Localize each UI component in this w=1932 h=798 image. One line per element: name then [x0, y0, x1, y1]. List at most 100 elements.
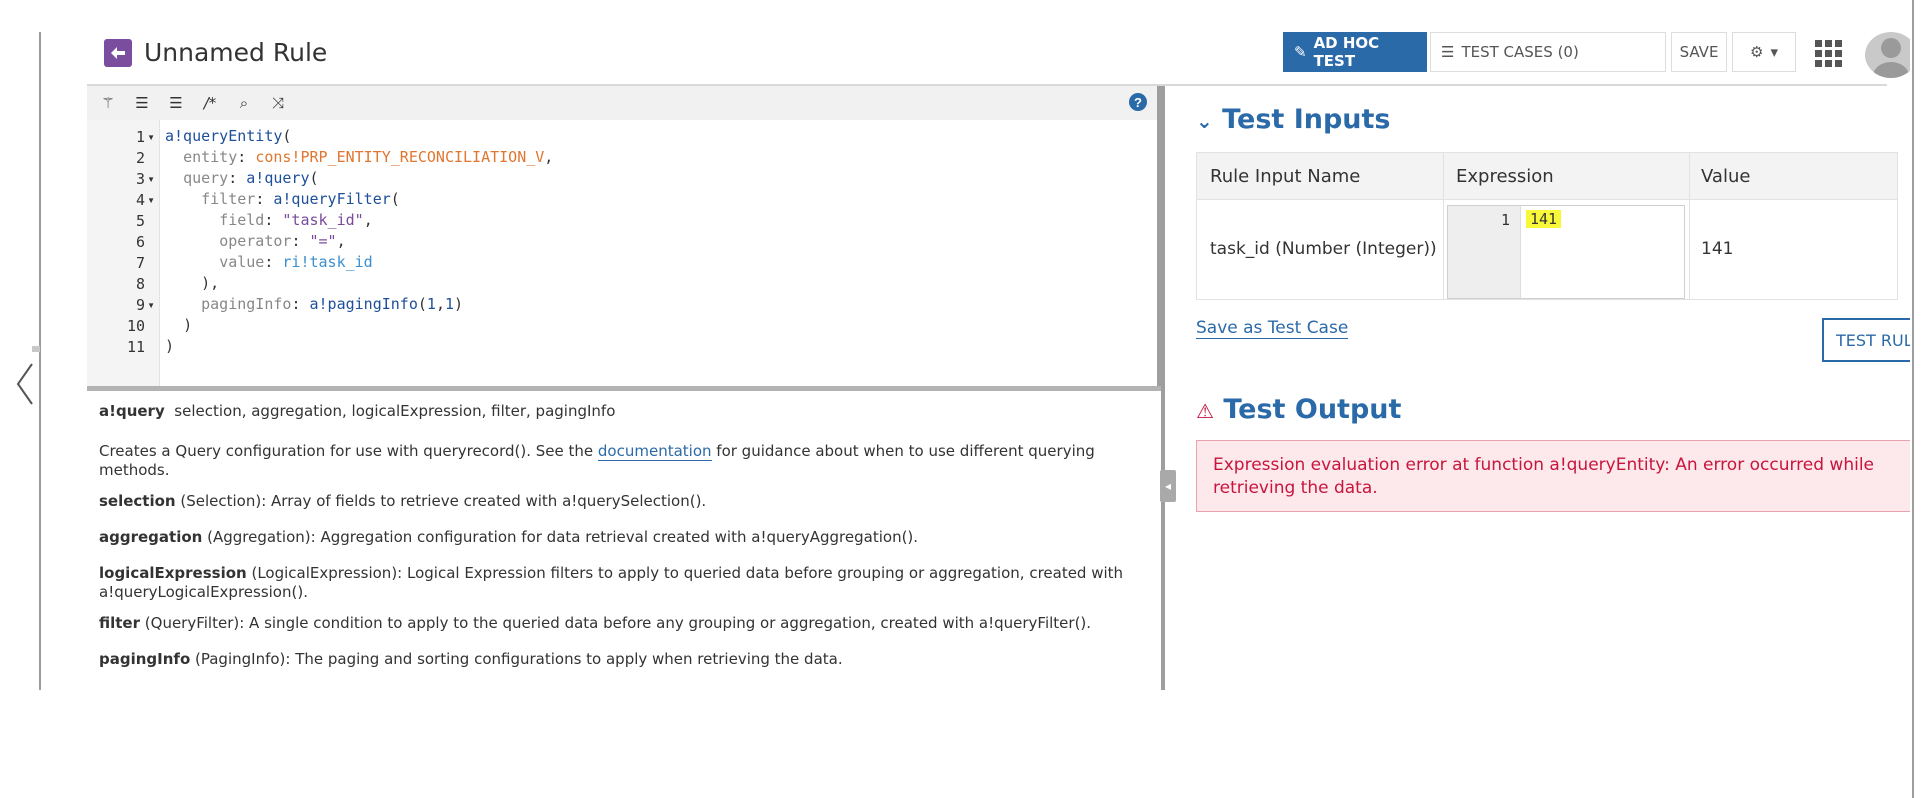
- doc-param-name: filter: [99, 614, 141, 632]
- code-line[interactable]: entity: cons!PRP_ENTITY_RECONCILIATION_V…: [165, 147, 553, 168]
- column-header: Value: [1701, 166, 1751, 187]
- doc-signature: a!query selection, aggregation, logicalE…: [99, 402, 1139, 421]
- code-token: 1: [444, 295, 454, 313]
- panel-splitter-handle[interactable]: ◂: [1160, 470, 1176, 502]
- indent-decrease-icon[interactable]: ☰: [131, 92, 153, 114]
- code-line[interactable]: a!queryEntity(: [165, 126, 291, 147]
- code-token: a!queryEntity: [165, 127, 283, 145]
- code-token: :: [255, 190, 274, 208]
- rule-input-name: task_id (Number (Integer)): [1210, 239, 1437, 259]
- column-divider: [1443, 153, 1444, 299]
- doc-param-desc: (PagingInfo): The paging and sorting con…: [190, 650, 843, 668]
- column-header: Expression: [1456, 166, 1554, 187]
- test-inputs-title: Test Inputs: [1222, 104, 1391, 135]
- page-title: Unnamed Rule: [144, 38, 328, 67]
- code-token: ri!task_id: [282, 253, 373, 271]
- doc-param-name: pagingInfo: [99, 650, 191, 668]
- fold-toggle-icon[interactable]: ▼: [147, 175, 155, 184]
- doc-param-name: selection: [99, 492, 176, 510]
- code-token: "=": [309, 232, 337, 250]
- line-number-gutter: 1 ▼ 2 3 ▼ 4 ▼ 5 6 7 8 9 ▼ 10 11: [87, 120, 160, 386]
- shuffle-icon[interactable]: ⤨: [267, 92, 289, 114]
- code-line[interactable]: ),: [165, 273, 219, 294]
- code-token: pagingInfo: [201, 295, 292, 313]
- test-cases-label: TEST CASES (0): [1461, 43, 1579, 61]
- expression-gutter: 1: [1448, 206, 1521, 298]
- fold-toggle-icon[interactable]: ▼: [147, 196, 155, 205]
- code-token: cons!PRP_ENTITY_RECONCILIATION_V: [255, 148, 545, 166]
- ad-hoc-test-label: AD HOC TEST: [1313, 34, 1380, 70]
- test-output-heading: ⚠ Test Output: [1196, 394, 1401, 425]
- code-token: :: [264, 253, 283, 271]
- code-token: :: [291, 232, 310, 250]
- doc-description-text: Creates a Query configuration for use wi…: [99, 442, 598, 460]
- code-token: ,: [363, 211, 373, 229]
- table-header: Rule Input Name Expression Value: [1197, 153, 1897, 200]
- code-token: :: [237, 148, 256, 166]
- code-line[interactable]: value: ri!task_id: [165, 252, 373, 273]
- code-token: operator: [219, 232, 292, 250]
- code-token: a!pagingInfo: [309, 295, 418, 313]
- doc-param-logical-expression: logicalExpression (LogicalExpression): L…: [99, 564, 1139, 602]
- expression-value[interactable]: 141: [1526, 210, 1562, 228]
- editor-resize-divider[interactable]: [87, 386, 1161, 391]
- save-as-test-case-link[interactable]: Save as Test Case: [1196, 318, 1349, 339]
- code-line[interactable]: pagingInfo: a!pagingInfo(1,1): [165, 294, 463, 315]
- test-cases-button[interactable]: ☰ TEST CASES (0): [1430, 32, 1666, 72]
- line-number: 2: [135, 149, 145, 167]
- code-token: (: [282, 127, 292, 145]
- column-header: Rule Input Name: [1210, 166, 1361, 187]
- line-number: 10: [126, 317, 145, 335]
- magic-wand-icon[interactable]: ⚚: [97, 92, 119, 114]
- code-line[interactable]: ): [165, 336, 174, 357]
- settings-menu-button[interactable]: ⚙ ▾: [1732, 32, 1796, 72]
- code-token: :: [228, 169, 247, 187]
- page-scrollbar[interactable]: [1910, 0, 1932, 798]
- comment-icon[interactable]: /*: [199, 92, 221, 114]
- left-rail-marker: [32, 346, 40, 352]
- code-token: ,: [336, 232, 346, 250]
- line-number: 1: [135, 128, 145, 146]
- search-icon[interactable]: ⌕: [233, 92, 255, 114]
- code-line[interactable]: field: "task_id",: [165, 210, 373, 231]
- line-number: 8: [135, 275, 145, 293]
- code-line[interactable]: ): [165, 315, 192, 336]
- save-button[interactable]: SAVE: [1671, 32, 1727, 72]
- column-divider: [1689, 153, 1690, 299]
- expression-input[interactable]: 1 141: [1447, 205, 1685, 299]
- code-token: (: [417, 295, 427, 313]
- code-token: (: [309, 169, 319, 187]
- indent-increase-icon[interactable]: ☰: [165, 92, 187, 114]
- ad-hoc-test-button[interactable]: ✎ AD HOC TEST: [1283, 32, 1427, 72]
- rule-header: Unnamed Rule ✎ AD HOC TEST ☰ TEST CASES …: [87, 32, 1917, 86]
- doc-signature-params: selection, aggregation, logicalExpressio…: [174, 402, 616, 420]
- code-line[interactable]: filter: a!queryFilter(: [165, 189, 400, 210]
- code-line[interactable]: operator: "=",: [165, 231, 346, 252]
- doc-param-desc: (Selection): Array of fields to retrieve…: [175, 492, 707, 510]
- chevron-down-icon: ▾: [1770, 43, 1778, 61]
- test-inputs-heading[interactable]: ⌄ Test Inputs: [1196, 104, 1391, 135]
- code-token: a!queryFilter: [273, 190, 391, 208]
- chevron-left-icon[interactable]: [14, 362, 36, 406]
- input-value: 141: [1701, 239, 1734, 259]
- code-token: entity: [183, 148, 238, 166]
- doc-param-paging-info: pagingInfo (PagingInfo): The paging and …: [99, 650, 1139, 669]
- panel-divider: [1161, 86, 1165, 690]
- documentation-link[interactable]: documentation: [597, 442, 712, 461]
- scrollbar-track[interactable]: [1912, 0, 1914, 798]
- test-output-title: Test Output: [1223, 394, 1402, 425]
- code-line[interactable]: query: a!query(: [165, 168, 319, 189]
- doc-param-aggregation: aggregation (Aggregation): Aggregation c…: [99, 528, 1139, 547]
- save-label: SAVE: [1679, 43, 1719, 61]
- apps-grid-icon[interactable]: [1815, 40, 1842, 67]
- fold-toggle-icon[interactable]: ▼: [147, 133, 155, 142]
- expression-editor[interactable]: ⚚ ☰ ☰ /* ⌕ ⤨ ? 1 ▼ 2 3 ▼ 4 ▼ 5 6 7 8 9 ▼ 10 11 a!query…: [87, 86, 1161, 386]
- fold-toggle-icon[interactable]: ▼: [147, 301, 155, 310]
- help-icon[interactable]: ?: [1129, 93, 1147, 111]
- code-token: query: [183, 169, 229, 187]
- test-inputs-table: Rule Input Name Expression Value task_id…: [1196, 152, 1898, 300]
- doc-description: Creates a Query configuration for use wi…: [99, 442, 1139, 480]
- line-number: 9: [135, 296, 145, 314]
- doc-param-desc: (QueryFilter): A single condition to app…: [140, 614, 1092, 632]
- edit-icon: ✎: [1294, 43, 1307, 61]
